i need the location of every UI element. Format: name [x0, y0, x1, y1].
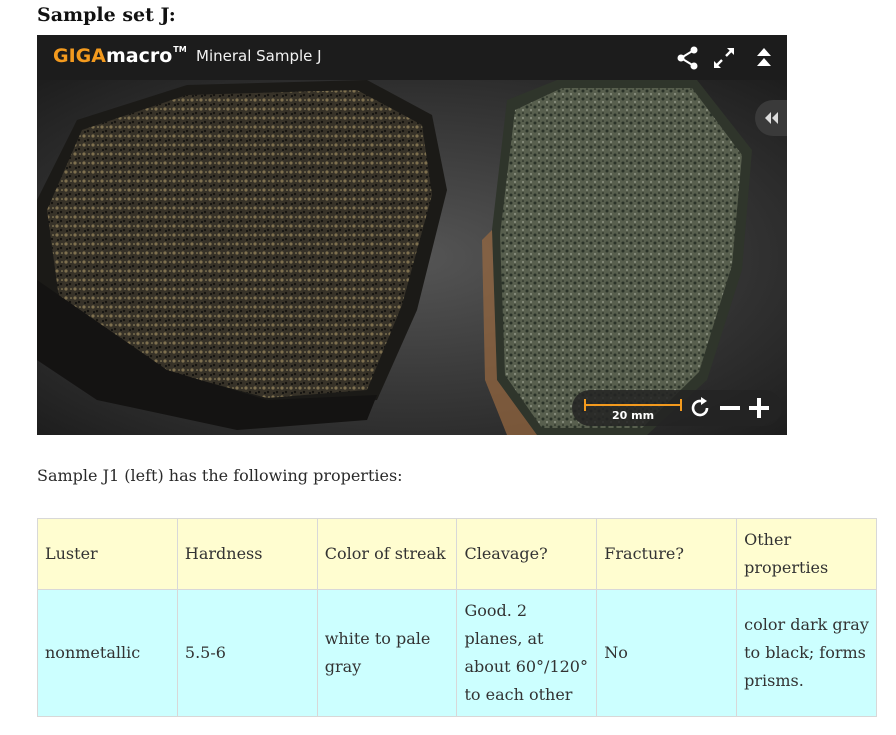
- header-color-of-streak: Color of streak: [316, 518, 458, 590]
- header-luster: Luster: [37, 518, 178, 590]
- gigamacro-logo: GIGAmacroTM: [53, 45, 187, 67]
- sample-caption: Sample J1 (left) has the following prope…: [37, 466, 403, 485]
- zoom-controls: 20 mm: [572, 390, 782, 426]
- scale-label: 20 mm: [612, 409, 655, 422]
- cell-other-properties: color dark gray to black; forms prisms.: [736, 589, 877, 717]
- rewind-icon: [765, 112, 778, 124]
- table-header-row: Luster Hardness Color of streak Cleavage…: [37, 518, 877, 590]
- cell-fracture: No: [596, 589, 738, 717]
- properties-table: Luster Hardness Color of streak Cleavage…: [37, 518, 877, 717]
- cell-color-of-streak: white to pale gray: [316, 589, 458, 717]
- section-heading: Sample set J:: [37, 4, 176, 26]
- cell-luster: nonmetallic: [37, 589, 178, 717]
- fullscreen-icon[interactable]: [711, 45, 737, 71]
- cell-cleavage: Good. 2 planes, at about 60°/120° to eac…: [456, 589, 598, 717]
- gigamacro-viewer[interactable]: GIGAmacroTM Mineral Sample J 20 mm: [37, 35, 787, 435]
- scale-bar: [584, 404, 682, 406]
- panel-toggle-button[interactable]: [755, 100, 787, 136]
- cell-hardness: 5.5-6: [176, 589, 318, 717]
- header-other-properties: Other properties: [736, 518, 877, 590]
- zoom-in-icon[interactable]: [747, 396, 771, 420]
- viewer-title: Mineral Sample J: [196, 47, 322, 65]
- header-hardness: Hardness: [176, 518, 318, 590]
- rotate-icon[interactable]: [688, 396, 712, 420]
- table-row: nonmetallic 5.5-6 white to pale gray Goo…: [37, 589, 877, 717]
- viewer-toolbar: GIGAmacroTM Mineral Sample J: [37, 35, 787, 80]
- collapse-icon[interactable]: [751, 45, 777, 71]
- zoom-out-icon[interactable]: [718, 396, 742, 420]
- share-icon[interactable]: [675, 45, 701, 71]
- header-cleavage: Cleavage?: [456, 518, 598, 590]
- header-fracture: Fracture?: [596, 518, 738, 590]
- mineral-sample-image[interactable]: [37, 80, 787, 435]
